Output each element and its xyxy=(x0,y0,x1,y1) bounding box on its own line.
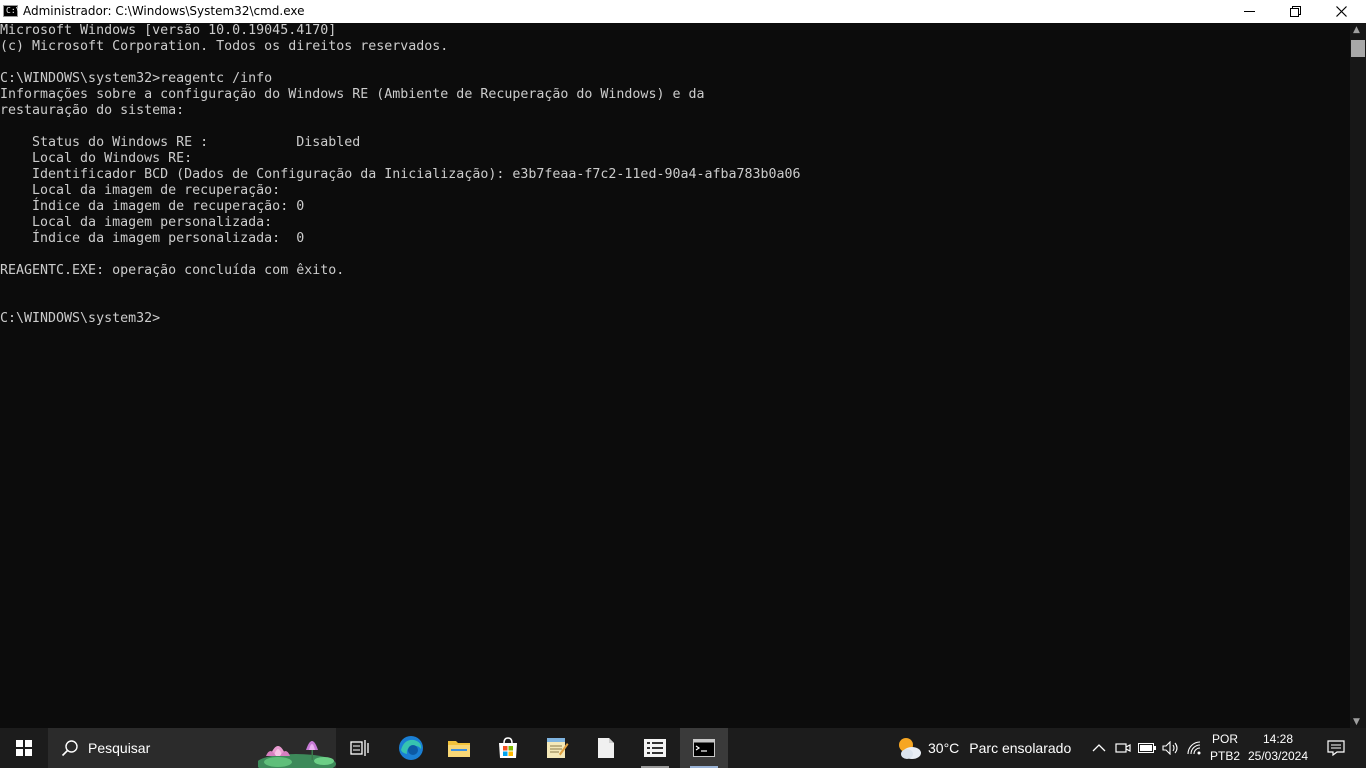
speaker-icon xyxy=(1162,741,1178,755)
console-line: Status do Windows RE : Disabled xyxy=(0,135,361,150)
edge-icon xyxy=(399,736,423,760)
scroll-down-arrow-icon[interactable]: ▼ xyxy=(1353,717,1360,727)
close-icon xyxy=(1335,6,1347,17)
scroll-up-arrow-icon[interactable]: ▲ xyxy=(1353,25,1360,35)
clock-time: 14:28 xyxy=(1262,732,1294,746)
console-line: C:\WINDOWS\system32>reagentc /info xyxy=(0,71,273,86)
action-center-button[interactable] xyxy=(1316,728,1356,768)
search-icon xyxy=(61,740,78,757)
partly-sunny-icon xyxy=(899,738,921,759)
document-icon xyxy=(598,738,614,758)
windows-logo-icon xyxy=(16,740,32,756)
keyboard-layout: PTB2 xyxy=(1209,749,1240,763)
taskbar: Pesquisar 30°C Parc ensolarado POR PTB2 … xyxy=(0,728,1366,768)
clock-date: 25/03/2024 xyxy=(1247,749,1309,763)
search-highlight-lotus-icon xyxy=(258,741,336,768)
tray-volume[interactable] xyxy=(1160,728,1182,768)
console-line: Informações sobre a configuração do Wind… xyxy=(0,87,705,102)
console-line: REAGENTC.EXE: operação concluída com êxi… xyxy=(0,263,345,278)
weather-temperature: 30°C xyxy=(928,740,960,756)
scrollbar-thumb[interactable] xyxy=(1351,40,1365,57)
weather-widget[interactable]: 30°C Parc ensolarado xyxy=(896,728,1071,768)
taskbar-clock[interactable]: 14:28 25/03/2024 xyxy=(1246,731,1310,765)
show-hidden-icons-button[interactable] xyxy=(1088,728,1110,768)
restore-button[interactable] xyxy=(1272,0,1318,23)
list-app-icon xyxy=(644,739,666,757)
taskbar-file-explorer[interactable] xyxy=(435,728,483,768)
window-title-bar[interactable]: C:\ Administrador: C:\Windows\System32\c… xyxy=(0,0,1366,23)
camera-icon xyxy=(1115,743,1131,753)
console-line: (c) Microsoft Corporation. Todos os dire… xyxy=(0,39,449,54)
taskbar-command-prompt[interactable] xyxy=(680,728,728,768)
battery-icon xyxy=(1138,743,1156,753)
console-line: Local do Windows RE: xyxy=(0,151,193,166)
console-line: Índice da imagem de recuperação: 0 xyxy=(0,199,305,214)
console-line: Índice da imagem personalizada: 0 xyxy=(0,231,305,246)
search-placeholder: Pesquisar xyxy=(88,740,151,756)
vertical-scrollbar[interactable]: ▲ ▼ xyxy=(1350,23,1366,728)
console-line: restauração do sistema: xyxy=(0,103,185,118)
taskbar-microsoft-store[interactable] xyxy=(484,728,532,768)
microsoft-store-icon xyxy=(499,737,517,758)
file-explorer-icon xyxy=(448,741,470,757)
taskbar-notepad[interactable] xyxy=(533,728,581,768)
taskbar-edge[interactable] xyxy=(387,728,435,768)
taskbar-search-box[interactable]: Pesquisar xyxy=(48,728,336,768)
taskbar-list-app[interactable] xyxy=(631,728,679,768)
cmd-app-icon[interactable]: C:\ xyxy=(3,5,21,17)
start-button[interactable] xyxy=(0,728,48,768)
language-code: POR xyxy=(1211,732,1238,746)
console-line: Local da imagem de recuperação: xyxy=(0,183,281,198)
console-line: Identificador BCD (Dados de Configuração… xyxy=(0,167,801,182)
input-language-indicator[interactable]: POR PTB2 xyxy=(1207,731,1243,765)
close-button[interactable] xyxy=(1318,0,1364,23)
weather-condition: Parc ensolarado xyxy=(969,740,1072,756)
tray-network[interactable] xyxy=(1184,728,1206,768)
console-text: Microsoft Windows [versão 10.0.19045.417… xyxy=(0,23,1350,327)
window-title: Administrador: C:\Windows\System32\cmd.e… xyxy=(23,4,305,18)
task-view-icon xyxy=(350,740,369,756)
tray-meet-now[interactable] xyxy=(1112,728,1134,768)
console-line: Local da imagem personalizada: xyxy=(0,215,273,230)
task-view-button[interactable] xyxy=(336,728,384,768)
console-line: C:\WINDOWS\system32> xyxy=(0,311,161,326)
minimize-icon xyxy=(1243,11,1255,12)
chevron-up-icon xyxy=(1092,744,1106,752)
tray-battery[interactable] xyxy=(1136,728,1158,768)
minimize-button[interactable] xyxy=(1226,0,1272,23)
console-line: Microsoft Windows [versão 10.0.19045.417… xyxy=(0,23,337,38)
wifi-icon xyxy=(1187,741,1201,755)
restore-icon xyxy=(1289,6,1301,17)
notepad-icon xyxy=(547,738,569,758)
command-prompt-icon xyxy=(693,739,715,757)
notification-icon xyxy=(1327,740,1345,756)
cmd-app-icon-label: C:\ xyxy=(6,6,21,15)
taskbar-document[interactable] xyxy=(582,728,630,768)
console-output[interactable]: Microsoft Windows [versão 10.0.19045.417… xyxy=(0,23,1350,728)
